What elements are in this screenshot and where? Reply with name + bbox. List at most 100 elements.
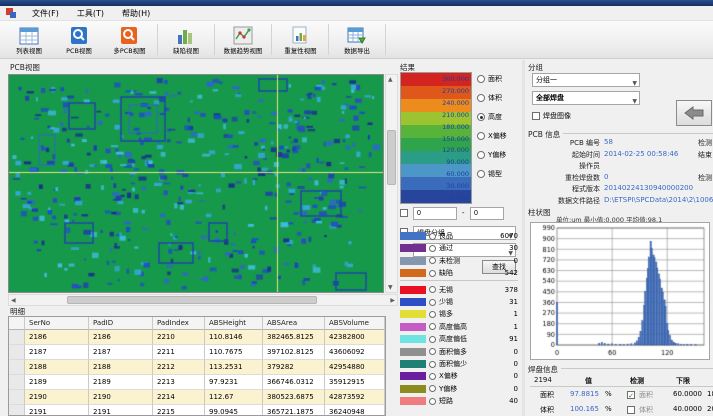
radio-icon[interactable] bbox=[429, 361, 436, 368]
data-trend-view-button[interactable]: 数据趋势视图 bbox=[218, 21, 268, 58]
scrollbar-thumb[interactable] bbox=[387, 130, 396, 185]
list-view-icon bbox=[18, 25, 40, 45]
radio-icon[interactable] bbox=[429, 270, 436, 277]
data-export-button[interactable]: 数据导出 bbox=[332, 21, 382, 58]
radio-icon[interactable] bbox=[429, 233, 436, 240]
back-arrow-button[interactable] bbox=[676, 100, 712, 126]
chevron-down-icon: ▼ bbox=[632, 77, 637, 90]
category-row[interactable]: Y偏移0 bbox=[400, 383, 518, 395]
table-cell: 99.0945 bbox=[205, 405, 263, 416]
radio-icon[interactable] bbox=[429, 257, 436, 264]
scrollbar-thumb[interactable] bbox=[67, 296, 317, 304]
detail-table[interactable]: SerNoPadIDPadIndexABSHeightABSAreaABSVol… bbox=[8, 316, 386, 416]
list-view-button[interactable]: 列表视图 bbox=[4, 21, 54, 58]
column-header[interactable]: SerNo bbox=[25, 317, 89, 330]
table-row[interactable]: 219021902214112.67380523.687542873592 bbox=[9, 390, 385, 405]
radio-icon[interactable] bbox=[429, 311, 436, 318]
metric-option-6[interactable]: 锡型 bbox=[477, 169, 502, 179]
table-cell: 2189 bbox=[25, 375, 89, 390]
category-row[interactable]: 缺陷542 bbox=[400, 267, 518, 279]
pcb-horizontal-scrollbar[interactable]: ◀ ▶ bbox=[8, 294, 398, 306]
radio-icon[interactable] bbox=[477, 132, 485, 140]
metric-label: Y偏移 bbox=[488, 150, 506, 160]
category-label: 锡多 bbox=[439, 309, 453, 319]
pcb-info-row: 起始时间2014-02-25 00:58:46结束 bbox=[528, 150, 713, 161]
multi-pcb-view-button[interactable]: 多PCB视图 bbox=[104, 21, 154, 58]
category-row[interactable]: X偏移0 bbox=[400, 370, 518, 382]
metric-option-4[interactable]: X偏移 bbox=[477, 131, 507, 141]
radio-icon[interactable] bbox=[429, 245, 436, 252]
table-cell: 2190 bbox=[25, 390, 89, 405]
menu-help[interactable]: 帮助(H) bbox=[120, 7, 152, 20]
table-row[interactable]: 218821882212113.253137928242954880 bbox=[9, 360, 385, 375]
radio-icon[interactable] bbox=[429, 299, 436, 306]
radio-icon[interactable] bbox=[429, 336, 436, 343]
menu-tools[interactable]: 工具(T) bbox=[75, 7, 106, 20]
column-header[interactable]: ABSArea bbox=[263, 317, 325, 330]
table-row[interactable]: 218721872211110.7675397102.812543606092 bbox=[9, 345, 385, 360]
metric-option-3[interactable]: 高度 bbox=[477, 112, 502, 122]
table-row[interactable]: 218621862210110.8146382465.812542382800 bbox=[9, 330, 385, 345]
category-row[interactable]: 锡多1 bbox=[400, 308, 518, 320]
column-header[interactable]: ABSHeight bbox=[205, 317, 263, 330]
pad-info-row: 面积97.8815%✓面积60.0000180. bbox=[530, 390, 713, 403]
radio-icon[interactable] bbox=[429, 385, 436, 392]
category-color-swatch bbox=[400, 269, 426, 277]
row-selector[interactable] bbox=[9, 375, 25, 390]
table-cell: 112.67 bbox=[205, 390, 263, 405]
category-row[interactable]: 高度偏高1 bbox=[400, 321, 518, 333]
row-selector[interactable] bbox=[9, 360, 25, 375]
category-row[interactable]: 少锡31 bbox=[400, 296, 518, 308]
row-selector[interactable] bbox=[9, 390, 25, 405]
row-selector[interactable] bbox=[9, 405, 25, 416]
column-header[interactable]: PadIndex bbox=[153, 317, 205, 330]
scroll-down-icon[interactable]: ▼ bbox=[388, 284, 393, 291]
scroll-right-icon[interactable]: ▶ bbox=[390, 297, 395, 304]
radio-icon[interactable] bbox=[477, 113, 485, 121]
category-row[interactable]: 短路40 bbox=[400, 395, 518, 407]
repeatability-view-button[interactable]: 重复性视图 bbox=[275, 21, 325, 58]
radio-icon[interactable] bbox=[429, 348, 436, 355]
row-selector[interactable] bbox=[9, 345, 25, 360]
menu-file[interactable]: 文件(F) bbox=[30, 7, 61, 20]
radio-icon[interactable] bbox=[477, 151, 485, 159]
range-from-input[interactable] bbox=[413, 207, 457, 220]
pad-check-checkbox[interactable] bbox=[627, 406, 635, 414]
category-row[interactable]: 无锡378 bbox=[400, 284, 518, 296]
scroll-left-icon[interactable]: ◀ bbox=[11, 297, 16, 304]
pad-check-checkbox[interactable]: ✓ bbox=[627, 391, 635, 399]
pcb-vertical-scrollbar[interactable]: ▲ ▼ bbox=[385, 74, 398, 293]
category-row[interactable]: 面积偏多0 bbox=[400, 346, 518, 358]
table-row[interactable]: 21892189221397.9231366746.031235912915 bbox=[9, 375, 385, 390]
pad-metric-value: 97.8815 bbox=[570, 390, 599, 398]
pcb-view-button[interactable]: PCB视图 bbox=[54, 21, 104, 58]
scroll-up-icon[interactable]: ▲ bbox=[388, 76, 393, 83]
radio-icon[interactable] bbox=[429, 398, 436, 405]
row-selector[interactable] bbox=[9, 330, 25, 345]
radio-icon[interactable] bbox=[477, 94, 485, 102]
range-to-input[interactable] bbox=[470, 207, 504, 220]
radio-icon[interactable] bbox=[429, 286, 436, 293]
group-select[interactable]: 分组一▼ bbox=[532, 73, 640, 87]
category-row[interactable]: 面积偏少0 bbox=[400, 358, 518, 370]
range-filter-checkbox[interactable] bbox=[400, 209, 408, 217]
radio-icon[interactable] bbox=[429, 323, 436, 330]
pad-select[interactable]: 全部焊盘▼ bbox=[532, 91, 640, 105]
metric-option-5[interactable]: Y偏移 bbox=[477, 150, 506, 160]
category-row[interactable]: 通过30 bbox=[400, 242, 518, 254]
panel-splitter[interactable] bbox=[522, 60, 525, 416]
radio-icon[interactable] bbox=[477, 75, 485, 83]
category-row[interactable]: 良品6070 bbox=[400, 230, 518, 242]
radio-icon[interactable] bbox=[477, 170, 485, 178]
pad-image-checkbox[interactable] bbox=[532, 112, 540, 120]
column-header[interactable]: ABSVolume bbox=[325, 317, 385, 330]
table-row[interactable]: 21912191221599.0945365721.187536240948 bbox=[9, 405, 385, 416]
metric-option-1[interactable]: 面积 bbox=[477, 74, 502, 84]
category-row[interactable]: 高度偏低91 bbox=[400, 333, 518, 345]
category-row[interactable]: 未检测0 bbox=[400, 255, 518, 267]
pcb-board-view[interactable] bbox=[8, 74, 384, 293]
metric-option-2[interactable]: 体积 bbox=[477, 93, 502, 103]
column-header[interactable]: PadID bbox=[89, 317, 153, 330]
defect-view-button[interactable]: 缺陷视图 bbox=[161, 21, 211, 58]
radio-icon[interactable] bbox=[429, 373, 436, 380]
